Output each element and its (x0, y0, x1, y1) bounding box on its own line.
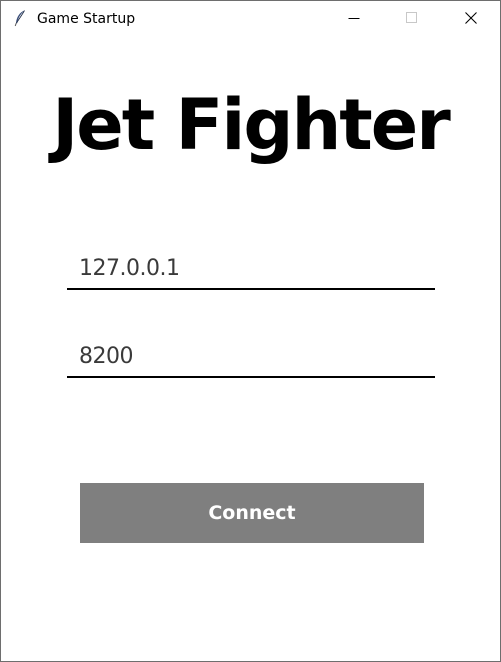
window-title: Game Startup (37, 11, 136, 27)
port-input[interactable] (67, 336, 435, 376)
close-button[interactable] (448, 1, 494, 35)
feather-icon (11, 9, 29, 27)
app-window: Game Startup Jet Fighter Connect (0, 0, 501, 662)
maximize-button[interactable] (389, 1, 435, 35)
minimize-icon (348, 18, 360, 19)
host-field[interactable] (67, 248, 435, 290)
game-title-heading: Jet Fighter (52, 84, 451, 166)
maximize-icon (406, 12, 417, 23)
title-bar[interactable]: Game Startup (1, 1, 500, 35)
host-input[interactable] (67, 248, 435, 288)
port-field[interactable] (67, 336, 435, 378)
minimize-button[interactable] (331, 1, 377, 35)
connect-button[interactable]: Connect (80, 483, 424, 543)
close-icon (465, 12, 477, 24)
